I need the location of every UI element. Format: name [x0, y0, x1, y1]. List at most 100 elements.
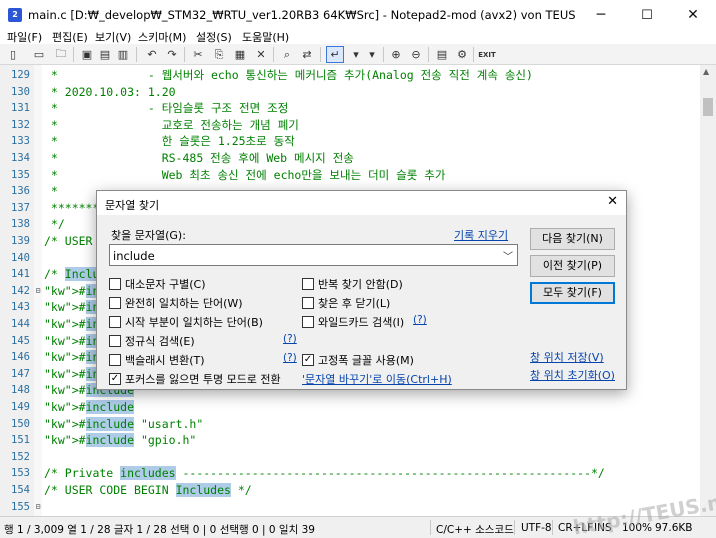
menu-edit[interactable]: 편집(E)	[52, 29, 88, 45]
line-number: 134	[11, 152, 30, 164]
code-line: "kw">#include "gpio.h"	[44, 433, 197, 448]
save-as-icon[interactable]: ▤	[96, 46, 114, 63]
delete-icon[interactable]: ✕	[252, 46, 270, 63]
menu-file[interactable]: 파일(F)	[7, 29, 42, 45]
dialog-body: 찾을 문자열(G): 기록 지우기 include ﹀ 대소문자 구별(C) 완…	[97, 215, 626, 389]
checkbox-box[interactable]	[109, 354, 121, 366]
code-line: * 교호로 전송하는 개념 폐기	[44, 117, 299, 132]
line-number: 129	[11, 69, 30, 81]
copy-icon[interactable]: ⎘	[210, 46, 228, 63]
menu-help[interactable]: 도움말(H)	[242, 29, 289, 45]
code-line: */	[44, 217, 65, 232]
undo-icon[interactable]: ↶	[143, 46, 161, 63]
find-all-button[interactable]: 모두 찾기(F)	[530, 282, 615, 304]
replace-icon[interactable]: ⇄	[298, 46, 316, 63]
checkbox-no-wrap[interactable]: 반복 찾기 안함(D)	[302, 276, 403, 292]
line-number: 130	[11, 85, 30, 98]
paste-icon[interactable]: ▦	[231, 46, 249, 63]
find-icon[interactable]: ⌕	[278, 46, 296, 63]
find-input[interactable]: include ﹀	[109, 244, 518, 266]
zoom-out-icon[interactable]: ⊖	[407, 46, 425, 63]
fold-toggle-icon[interactable]: ⊟	[34, 502, 42, 511]
line-number: 137	[11, 201, 30, 214]
code-line: "kw">#include	[44, 400, 135, 414]
line-number: 138	[11, 218, 30, 231]
checkbox-box[interactable]: ✓	[302, 354, 314, 366]
checkbox-wildcard[interactable]: 와일드카드 검색(I)	[302, 314, 404, 330]
status-encoding[interactable]: UTF-8	[521, 522, 552, 534]
checkbox-word-start[interactable]: 시작 부분이 일치하는 단어(B)	[109, 314, 263, 330]
fold-toggle-icon[interactable]: ⊟	[34, 286, 42, 295]
checkbox-box[interactable]	[109, 316, 121, 328]
code-line: * RS-485 전송 후에 Web 메시지 전송	[44, 151, 354, 165]
line-number: 154	[11, 484, 30, 496]
menu-settings[interactable]: 설정(S)	[196, 29, 232, 45]
redo-icon[interactable]: ↷	[163, 46, 181, 63]
checkbox-box[interactable]: ✓	[109, 373, 121, 385]
checkbox-whole-word[interactable]: 완전히 일치하는 단어(W)	[109, 295, 243, 311]
reset-position-link[interactable]: 창 위치 초기화(O)	[530, 367, 615, 383]
maximize-button[interactable]: ☐	[624, 0, 670, 30]
find-prev-button[interactable]: 이전 찾기(P)	[530, 255, 615, 277]
line-number: 153	[11, 467, 30, 480]
vertical-scrollbar[interactable]: ▲	[700, 65, 716, 516]
scroll-up-icon[interactable]: ▲	[703, 67, 709, 76]
save-position-link[interactable]: 창 위치 저장(V)	[530, 349, 604, 365]
minimize-button[interactable]: ─	[578, 0, 624, 30]
menu-schema[interactable]: 스키마(M)	[138, 29, 186, 45]
line-number: 133	[11, 135, 30, 148]
settings-icon[interactable]: ⚙	[453, 46, 471, 63]
close-button[interactable]: ✕	[670, 0, 716, 30]
code-line: "kw">#include "usart.h"	[44, 416, 204, 431]
checkbox-backslash[interactable]: 백슬래시 변환(T)	[109, 352, 205, 368]
checkbox-box[interactable]	[109, 335, 121, 347]
checkbox-box[interactable]	[302, 278, 314, 290]
line-number: 135	[11, 168, 30, 181]
checkbox-monospace-font[interactable]: ✓ 고정폭 글꼴 사용(M)	[302, 352, 414, 368]
checkbox-match-case[interactable]: 대소문자 구별(C)	[109, 276, 205, 292]
find-next-button[interactable]: 다음 찾기(N)	[530, 228, 615, 250]
view-icon[interactable]: ▤	[433, 46, 451, 63]
checkbox-box[interactable]	[109, 278, 121, 290]
line-number: 144	[11, 318, 30, 330]
checkbox-close-after-find[interactable]: 찾은 후 닫기(L)	[302, 295, 390, 311]
code-line: * 2020.10.03: 1.20	[44, 84, 176, 99]
line-number: 146	[11, 351, 30, 364]
exit-icon[interactable]: EXIT	[476, 46, 498, 63]
line-number: 131	[11, 102, 30, 115]
schema-icon[interactable]: ▾	[347, 46, 365, 63]
line-number: 142	[11, 284, 30, 297]
title-bar: 2 main.c [D:₩_develop₩_STM32_₩RTU_ver1.2…	[0, 0, 716, 30]
open-icon[interactable]: ▭	[30, 46, 48, 63]
line-number: 145	[11, 334, 30, 347]
line-number-gutter: 129 130 131 132 133 134 135 136 137 138 139 140 141 1…	[0, 65, 34, 516]
cut-icon[interactable]: ✂	[189, 46, 207, 63]
checkbox-box[interactable]	[302, 316, 314, 328]
checkbox-box[interactable]	[109, 297, 121, 309]
folder-icon[interactable]: 🗀	[52, 46, 70, 63]
clear-history-link[interactable]: 기록 지우기	[454, 227, 508, 243]
zoom-in-icon[interactable]: ⊕	[387, 46, 405, 63]
scrollbar-thumb[interactable]	[703, 98, 713, 116]
save-copy-icon[interactable]: ▥	[114, 46, 132, 63]
menu-view[interactable]: 보기(V)	[95, 29, 131, 45]
new-icon[interactable]: ▯	[4, 46, 22, 63]
save-icon[interactable]: ▣	[78, 46, 96, 63]
dialog-close-button[interactable]: ✕	[607, 194, 618, 209]
notepad2-icon[interactable]: 2	[8, 8, 22, 22]
schema-dropdown-icon[interactable]: ▾	[365, 46, 379, 63]
code-line: * - 웹서버와 echo 통신하는 메커니즘 추가(Analog 전송 직전 …	[44, 68, 533, 82]
wordwrap-icon[interactable]: ↵	[326, 46, 344, 63]
status-schema[interactable]: C/C++ 소스코드	[436, 522, 514, 537]
checkbox-box[interactable]	[302, 297, 314, 309]
dialog-title: 문자열 찾기	[105, 199, 160, 212]
goto-replace-link[interactable]: '문자열 바꾸기'로 이동(Ctrl+H)	[302, 371, 452, 387]
line-number: 132	[11, 118, 30, 131]
backslash-help-link[interactable]: (?)	[283, 352, 297, 364]
checkbox-transparent[interactable]: ✓ 포커스를 잃으면 투명 모드로 전환	[109, 371, 281, 387]
wildcard-help-link[interactable]: (?)	[413, 314, 427, 326]
checkbox-regex[interactable]: 정규식 검색(E)	[109, 333, 195, 349]
chevron-down-icon[interactable]: ﹀	[503, 248, 513, 263]
menu-bar: 파일(F) 편집(E) 보기(V) 스키마(M) 설정(S) 도움말(H)	[0, 28, 716, 44]
regex-help-link[interactable]: (?)	[283, 333, 297, 345]
